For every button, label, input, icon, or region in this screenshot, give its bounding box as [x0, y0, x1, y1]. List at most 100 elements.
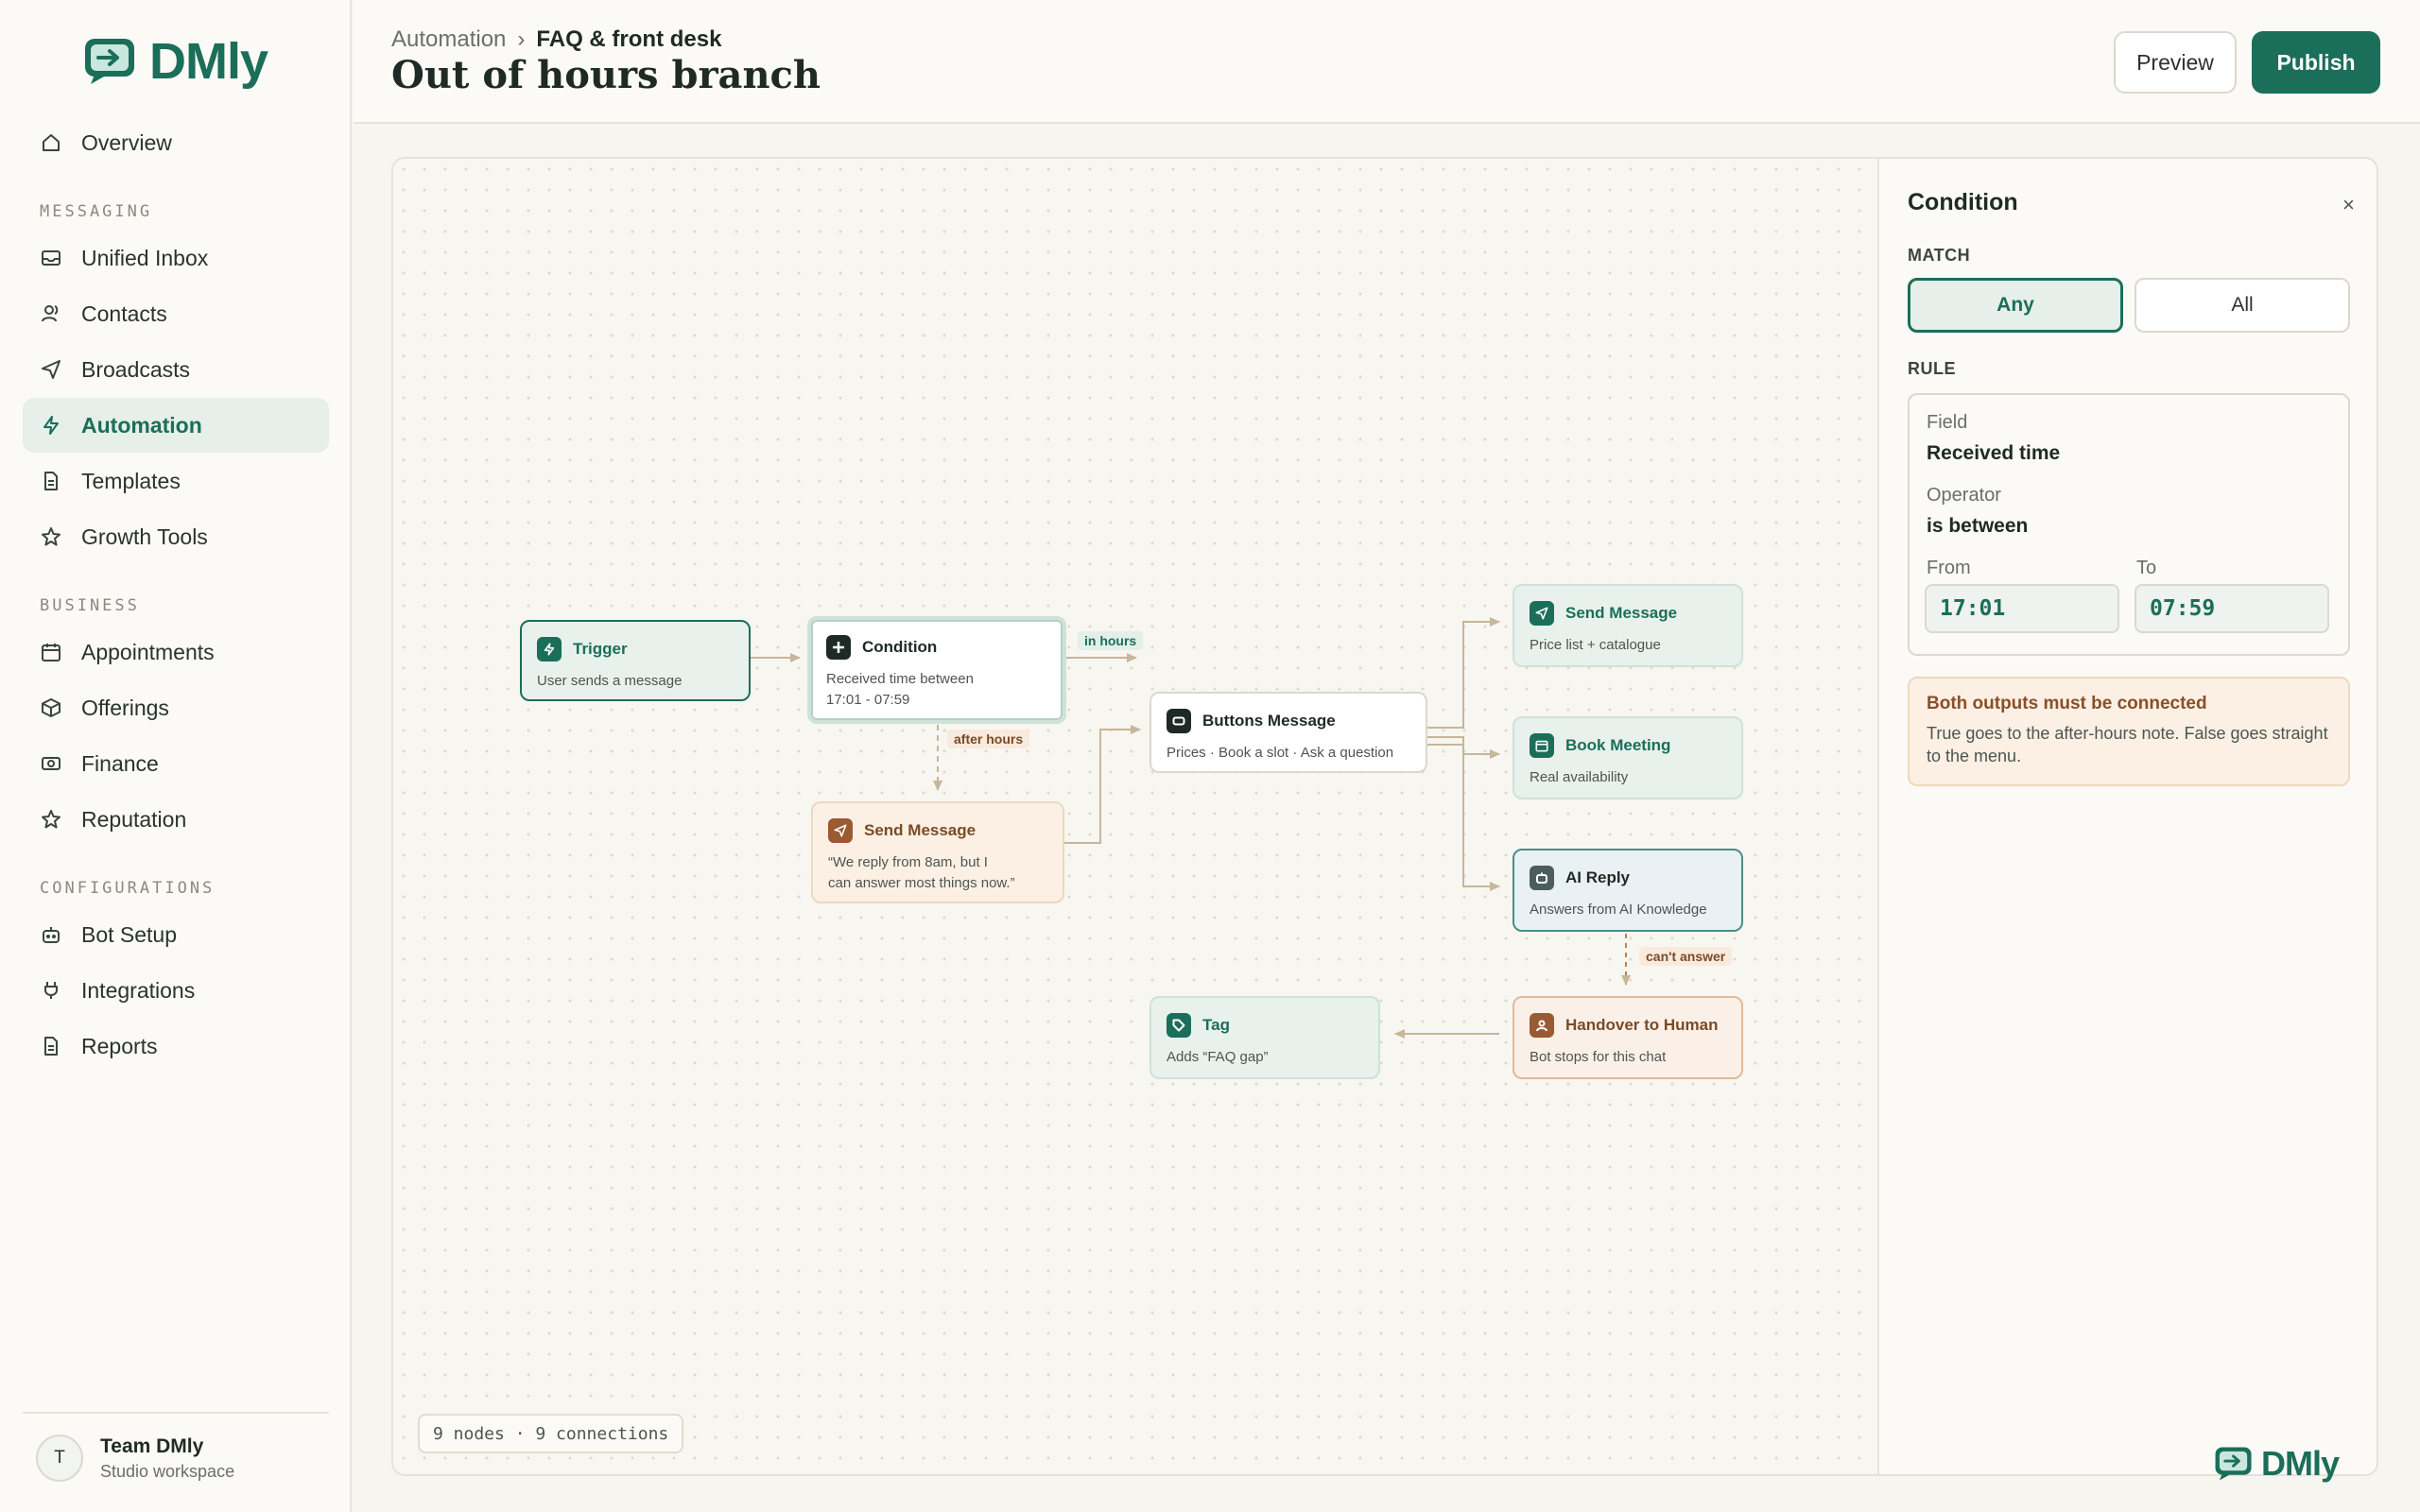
node-condition[interactable]: Condition Received time between 17:01 - … — [807, 616, 1066, 724]
sidebar-item-appointments[interactable]: Appointments — [23, 625, 329, 679]
sidebar-item-offerings[interactable]: Offerings — [23, 680, 329, 735]
inbox-icon — [40, 247, 62, 269]
sidebar-item-contacts[interactable]: Contacts — [23, 286, 329, 341]
avatar: T — [36, 1435, 83, 1482]
warning-callout: Both outputs must be connected True goes… — [1908, 677, 2350, 786]
match-all-button[interactable]: All — [2135, 278, 2350, 333]
app-logo[interactable]: DMly — [83, 32, 268, 91]
sidebar-item-integrations[interactable]: Integrations — [23, 963, 329, 1018]
sidebar-item-label: Templates — [81, 468, 181, 493]
flow-stats: 9 nodes · 9 connections — [418, 1414, 684, 1453]
node-title: Tag — [1202, 1016, 1230, 1034]
node-title: Handover to Human — [1565, 1016, 1719, 1034]
page-title: Out of hours branch — [391, 53, 821, 97]
star-icon — [40, 808, 62, 831]
edge-label-cant-answer: can't answer — [1639, 947, 1733, 966]
workspace-switcher[interactable]: T Team DMly Studio workspace — [23, 1412, 329, 1503]
bolt-icon — [537, 637, 562, 662]
operator-label: Operator — [1927, 485, 2001, 506]
breadcrumb-separator: › — [517, 26, 526, 52]
sidebar-item-reputation[interactable]: Reputation — [23, 792, 329, 847]
logo-icon — [2215, 1447, 2252, 1481]
sidebar-item-automation[interactable]: Automation — [23, 398, 329, 453]
logo-text: DMly — [149, 33, 268, 90]
section-configurations: CONFIGURATIONS — [40, 879, 216, 898]
sidebar-item-unified-inbox[interactable]: Unified Inbox — [23, 231, 329, 285]
person-icon — [1530, 1013, 1554, 1038]
node-title: Buttons Message — [1202, 712, 1336, 730]
node-tag[interactable]: Tag Adds “FAQ gap” — [1150, 996, 1380, 1079]
box-icon — [40, 696, 62, 719]
sidebar-item-label: Offerings — [81, 695, 169, 720]
node-subtitle: Prices · Book a slot · Ask a question — [1167, 745, 1394, 761]
sidebar-item-label: Unified Inbox — [81, 245, 209, 270]
button-icon — [1167, 709, 1191, 733]
node-title: Trigger — [573, 640, 628, 658]
sidebar-item-bot-setup[interactable]: Bot Setup — [23, 907, 329, 962]
document-icon — [40, 1035, 62, 1057]
sidebar-item-overview[interactable]: Overview — [23, 115, 329, 170]
match-any-button[interactable]: Any — [1908, 278, 2123, 333]
rule-card: Field Received time Operator is between … — [1908, 393, 2350, 656]
sidebar-item-templates[interactable]: Templates — [23, 454, 329, 508]
flow-connections — [751, 617, 1631, 1039]
preview-button[interactable]: Preview — [2114, 31, 2237, 94]
node-send-message-price-list[interactable]: Send Message Price list + catalogue — [1512, 584, 1743, 667]
section-business: BUSINESS — [40, 596, 140, 615]
sidebar-nav: Overview MESSAGING Unified Inbox Contact… — [23, 115, 329, 1074]
sidebar-item-broadcasts[interactable]: Broadcasts — [23, 342, 329, 397]
sidebar-item-label: Reports — [81, 1033, 158, 1058]
edge-buttons-ai[interactable] — [1427, 744, 1500, 891]
node-subtitle: Price list + catalogue — [1530, 637, 1661, 653]
warning-body: True goes to the after-hours note. False… — [1927, 724, 2328, 765]
sidebar-item-growth-tools[interactable]: Growth Tools — [23, 509, 329, 564]
sidebar-item-label: Contacts — [81, 301, 167, 326]
node-buttons-message[interactable]: Buttons Message Prices · Book a slot · A… — [1150, 692, 1427, 773]
brand-watermark: DMly — [2214, 1444, 2340, 1484]
document-icon — [40, 470, 62, 492]
send-icon — [40, 358, 62, 381]
node-subtitle: “We reply from 8am, but I — [828, 854, 988, 870]
edge-buttons-price[interactable] — [1427, 617, 1500, 729]
breadcrumb-automation[interactable]: Automation — [391, 26, 506, 53]
node-title: Send Message — [1565, 604, 1678, 622]
sidebar-item-label: Finance — [81, 750, 159, 776]
node-send-message-after-hours[interactable]: Send Message “We reply from 8am, but I c… — [811, 801, 1064, 903]
publish-button[interactable]: Publish — [2252, 31, 2380, 94]
node-handover-to-human[interactable]: Handover to Human Bot stops for this cha… — [1512, 996, 1743, 1079]
banknote-icon — [40, 752, 62, 775]
send-icon — [1530, 601, 1554, 626]
to-label: To — [2136, 558, 2157, 578]
field-select[interactable]: Received time — [1927, 442, 2060, 465]
home-icon — [40, 131, 62, 154]
brand-watermark-text: DMly — [2261, 1444, 2340, 1483]
sidebar-item-label: Overview — [81, 129, 172, 155]
to-time-input[interactable]: 07:59 — [2135, 584, 2329, 633]
sidebar-item-finance[interactable]: Finance — [23, 736, 329, 791]
sidebar: DMly Overview MESSAGING Unified Inbox Co… — [0, 0, 352, 1512]
node-book-meeting[interactable]: Book Meeting Real availability — [1512, 716, 1743, 799]
breadcrumb: Automation › FAQ & front desk — [391, 26, 721, 53]
from-time-input[interactable]: 17:01 — [1925, 584, 2119, 633]
from-label: From — [1927, 558, 1971, 578]
section-messaging: MESSAGING — [40, 202, 153, 221]
plus-icon — [826, 635, 851, 660]
bot-icon — [40, 923, 62, 946]
close-icon[interactable]: × — [2342, 193, 2355, 217]
node-title: Send Message — [864, 821, 977, 839]
sidebar-item-reports[interactable]: Reports — [23, 1019, 329, 1074]
sidebar-item-label: Automation — [81, 412, 202, 438]
operator-select[interactable]: is between — [1927, 515, 2028, 538]
rule-label: RULE — [1908, 359, 1956, 378]
inspector-panel: Condition × MATCH Any All RULE Field Rec… — [1877, 157, 2378, 1476]
sidebar-item-label: Bot Setup — [81, 921, 178, 947]
flow-canvas[interactable]: Trigger User sends a message Condition R… — [391, 157, 1877, 1476]
match-label: MATCH — [1908, 246, 1971, 265]
calendar-icon — [1530, 733, 1554, 758]
edge-message-buttons[interactable] — [1064, 725, 1141, 844]
node-trigger[interactable]: Trigger User sends a message — [520, 620, 751, 701]
plug-icon — [40, 979, 62, 1002]
logo-icon — [85, 39, 134, 84]
sidebar-item-label: Growth Tools — [81, 524, 208, 549]
node-ai-reply[interactable]: AI Reply Answers from AI Knowledge — [1512, 849, 1743, 932]
